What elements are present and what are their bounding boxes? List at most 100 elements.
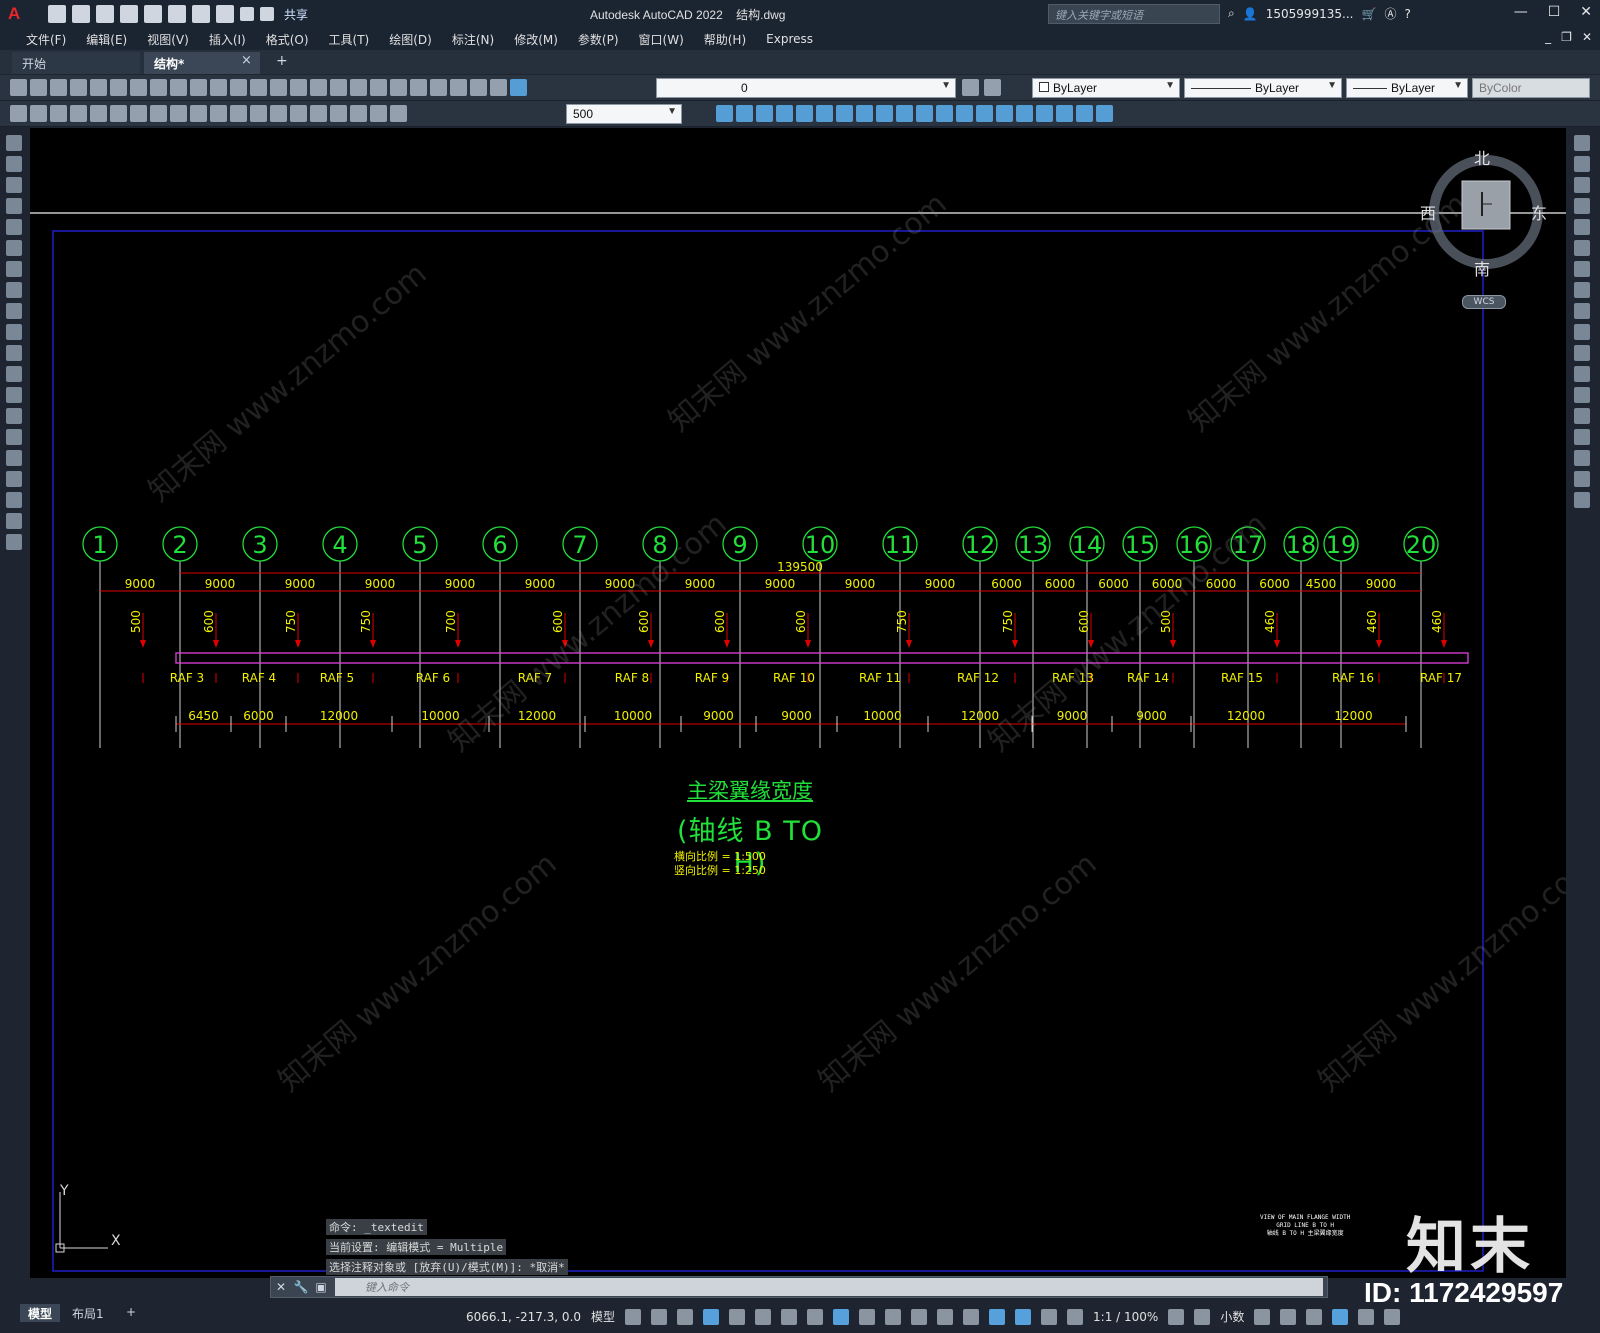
user-name[interactable]: 1505999135... bbox=[1266, 7, 1354, 21]
menu-view[interactable]: 视图(V) bbox=[137, 31, 199, 48]
tool-sheetset-icon[interactable] bbox=[430, 79, 447, 96]
linetype-dropdown[interactable]: ByLayer ▼ bbox=[1184, 78, 1342, 98]
polar-toggle-icon[interactable] bbox=[755, 1308, 772, 1325]
menu-tools[interactable]: 工具(T) bbox=[319, 31, 380, 48]
dim-continue-icon[interactable] bbox=[210, 105, 227, 122]
trim-icon[interactable] bbox=[1574, 324, 1590, 340]
color-dropdown[interactable]: ByLayer ▼ bbox=[1032, 78, 1180, 98]
annotation-visibility-icon[interactable] bbox=[1041, 1308, 1058, 1325]
menu-parametric[interactable]: 参数(P) bbox=[568, 31, 629, 48]
menu-draw[interactable]: 绘图(D) bbox=[379, 31, 442, 48]
doc-minimize-button[interactable]: _ bbox=[1545, 30, 1551, 44]
menu-help[interactable]: 帮助(H) bbox=[694, 31, 756, 48]
tool-zoom-icon[interactable] bbox=[310, 79, 327, 96]
tool-copy-icon[interactable] bbox=[170, 79, 187, 96]
layer-dropdown[interactable]: 0 ▼ bbox=[656, 78, 956, 98]
snap-toggle-icon[interactable] bbox=[651, 1308, 668, 1325]
lineweight-toggle-icon[interactable] bbox=[859, 1308, 876, 1325]
viewcube-south[interactable]: 南 bbox=[1474, 256, 1490, 280]
tool-save-icon[interactable] bbox=[50, 79, 67, 96]
lineweight-dropdown[interactable]: ByLayer ▼ bbox=[1346, 78, 1468, 98]
insert-block-icon[interactable] bbox=[6, 366, 22, 382]
ellipse-icon[interactable] bbox=[6, 324, 22, 340]
dim-inspect-icon[interactable] bbox=[310, 105, 327, 122]
customization-icon[interactable] bbox=[1384, 1308, 1401, 1325]
dim-angular-icon[interactable] bbox=[150, 105, 167, 122]
separate-icon[interactable] bbox=[976, 105, 993, 122]
tool-3dprint-icon[interactable] bbox=[130, 79, 147, 96]
dim-jogline-icon[interactable] bbox=[330, 105, 347, 122]
break-point-icon[interactable] bbox=[1574, 366, 1590, 382]
join-icon[interactable] bbox=[1574, 408, 1590, 424]
menu-edit[interactable]: 编辑(E) bbox=[76, 31, 137, 48]
isodraft-icon[interactable] bbox=[781, 1308, 798, 1325]
dim-linear-icon[interactable] bbox=[10, 105, 27, 122]
command-input[interactable]: 键入命令 bbox=[335, 1278, 1323, 1296]
dim-aligned-icon[interactable] bbox=[30, 105, 47, 122]
tool-markup-icon[interactable] bbox=[450, 79, 467, 96]
point-icon[interactable] bbox=[6, 408, 22, 424]
dim-update-icon[interactable] bbox=[390, 105, 407, 122]
scale-icon[interactable] bbox=[1574, 282, 1590, 298]
tool-designcenter-icon[interactable] bbox=[390, 79, 407, 96]
polyline-icon[interactable] bbox=[6, 177, 22, 193]
presspull-icon[interactable] bbox=[796, 105, 813, 122]
clean-icon[interactable] bbox=[996, 105, 1013, 122]
viewcube-north[interactable]: 北 bbox=[1474, 145, 1490, 169]
hardware-acceleration-icon[interactable] bbox=[1332, 1308, 1349, 1325]
coordinate-readout[interactable]: 6066.1, -217.3, 0.0 bbox=[466, 1310, 581, 1324]
solid-intersect-icon[interactable] bbox=[756, 105, 773, 122]
chamfer-icon[interactable] bbox=[1574, 429, 1590, 445]
menu-dimension[interactable]: 标注(N) bbox=[442, 31, 504, 48]
check-icon[interactable] bbox=[1016, 105, 1033, 122]
isolate-objects-icon[interactable] bbox=[1306, 1308, 1323, 1325]
plotstyle-dropdown[interactable]: ByColor bbox=[1472, 78, 1590, 98]
undo-icon[interactable] bbox=[216, 5, 234, 23]
customize-icon[interactable] bbox=[260, 7, 274, 21]
layout-tab-model[interactable]: 模型 bbox=[20, 1304, 61, 1322]
redo-icon[interactable] bbox=[240, 7, 254, 21]
minimize-button[interactable]: — bbox=[1514, 4, 1528, 20]
dynamic-ucs-icon[interactable] bbox=[963, 1308, 980, 1325]
gizmo-icon[interactable] bbox=[1015, 1308, 1032, 1325]
extrude-icon[interactable] bbox=[776, 105, 793, 122]
tool-redo-icon[interactable] bbox=[270, 79, 287, 96]
add-selected-icon[interactable] bbox=[6, 534, 22, 550]
tool-toolpalette-icon[interactable] bbox=[410, 79, 427, 96]
share-button[interactable]: 共享 bbox=[284, 6, 308, 23]
tool-paste-icon[interactable] bbox=[190, 79, 207, 96]
viewcube-west[interactable]: 西 bbox=[1420, 200, 1436, 224]
spline-icon[interactable] bbox=[6, 303, 22, 319]
dim-break-icon[interactable] bbox=[250, 105, 267, 122]
gradient-icon[interactable] bbox=[6, 450, 22, 466]
menu-insert[interactable]: 插入(I) bbox=[199, 31, 256, 48]
rotate-icon[interactable] bbox=[1574, 261, 1590, 277]
dim-space-icon[interactable] bbox=[230, 105, 247, 122]
dim-arc-icon[interactable] bbox=[50, 105, 67, 122]
solid-union-icon[interactable] bbox=[716, 105, 733, 122]
polygon-icon[interactable] bbox=[6, 198, 22, 214]
tool-zoomwindow-icon[interactable] bbox=[330, 79, 347, 96]
close-command-icon[interactable]: ✕ bbox=[271, 1280, 291, 1294]
tool-new-icon[interactable] bbox=[10, 79, 27, 96]
dim-scale-dropdown[interactable]: 500 ▼ bbox=[566, 104, 682, 124]
autodesk-account-icon[interactable]: Ⓐ bbox=[1384, 5, 1396, 22]
mirror-icon[interactable] bbox=[1574, 177, 1590, 193]
tool-pan-icon[interactable] bbox=[290, 79, 307, 96]
maximize-button[interactable]: ☐ bbox=[1548, 4, 1561, 20]
extract-edges-icon[interactable] bbox=[1036, 105, 1053, 122]
wcs-menu[interactable]: WCS bbox=[1462, 295, 1506, 309]
tab-start[interactable]: 开始 bbox=[12, 52, 140, 74]
circle-icon[interactable] bbox=[6, 261, 22, 277]
new-file-icon[interactable] bbox=[48, 5, 66, 23]
blend-icon[interactable] bbox=[1574, 471, 1590, 487]
save-icon[interactable] bbox=[96, 5, 114, 23]
user-icon[interactable]: 👤 bbox=[1243, 7, 1258, 21]
model-space-canvas[interactable]: 1 2 3 4 5 6 7 8 9 10 11 12 13 14 15 16 17 18 19 20 139500 900… bbox=[30, 128, 1566, 1278]
tool-zoomprev-icon[interactable] bbox=[350, 79, 367, 96]
extend-icon[interactable] bbox=[1574, 345, 1590, 361]
hatch-icon[interactable] bbox=[6, 429, 22, 445]
dim-tolerance-icon[interactable] bbox=[270, 105, 287, 122]
open-file-icon[interactable] bbox=[72, 5, 90, 23]
selection-filter-icon[interactable] bbox=[989, 1308, 1006, 1325]
